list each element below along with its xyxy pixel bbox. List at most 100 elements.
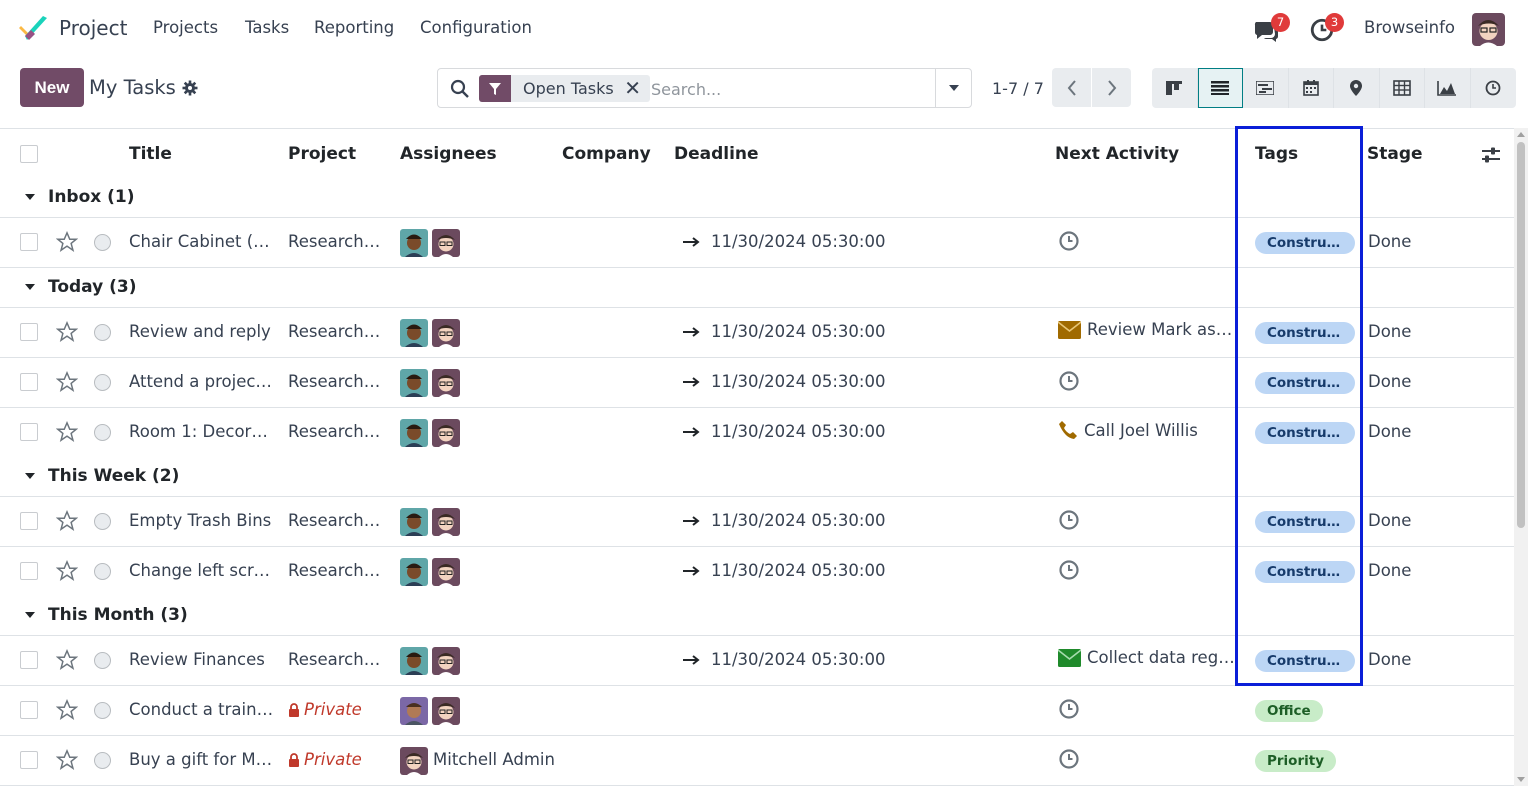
table-row[interactable]: Change left screen Research & Developmen… (0, 547, 1514, 597)
table-row[interactable]: Chair Cabinet (Draft) Research & Develop… (0, 218, 1514, 268)
star-icon[interactable] (56, 231, 78, 253)
gear-icon[interactable] (182, 80, 198, 96)
header-project[interactable]: Project (288, 144, 356, 164)
row-checkbox[interactable] (20, 512, 38, 530)
table-row[interactable]: Attend a project meeting Research & Deve… (0, 358, 1514, 408)
select-all-checkbox[interactable] (20, 145, 38, 163)
view-map-button[interactable] (1334, 68, 1380, 108)
star-icon[interactable] (56, 699, 78, 721)
pager-value[interactable]: 1-7 / 7 (992, 79, 1044, 98)
table-row[interactable]: Review Finances Research & Development 1… (0, 636, 1514, 686)
star-icon[interactable] (56, 649, 78, 671)
row-checkbox[interactable] (20, 751, 38, 769)
new-task-button[interactable]: New (20, 68, 84, 107)
avatar[interactable] (400, 419, 428, 447)
avatar[interactable] (400, 647, 428, 675)
view-pivot-button[interactable] (1379, 68, 1425, 108)
row-checkbox[interactable] (20, 423, 38, 441)
header-assignees[interactable]: Assignees (400, 144, 497, 164)
avatar[interactable] (400, 697, 428, 725)
avatar[interactable] (432, 369, 460, 397)
vertical-scrollbar[interactable] (1514, 128, 1528, 786)
view-list-button[interactable] (1197, 68, 1243, 108)
star-icon[interactable] (56, 371, 78, 393)
row-checkbox[interactable] (20, 323, 38, 341)
view-activity-button[interactable] (1470, 68, 1516, 108)
next-activity[interactable] (1058, 230, 1080, 252)
task-state-icon[interactable] (94, 324, 111, 341)
menu-tasks[interactable]: Tasks (245, 18, 289, 37)
pager-previous-button[interactable] (1052, 68, 1091, 107)
row-checkbox[interactable] (20, 373, 38, 391)
header-title[interactable]: Title (129, 144, 172, 164)
view-kanban-button[interactable] (1152, 68, 1198, 108)
group-this-week[interactable]: This Week (2) (0, 457, 1514, 497)
group-inbox[interactable]: Inbox (1) (0, 178, 1514, 218)
group-today[interactable]: Today (3) (0, 268, 1514, 308)
menu-configuration[interactable]: Configuration (420, 18, 532, 37)
app-name[interactable]: Project (59, 16, 127, 40)
task-state-icon[interactable] (94, 752, 111, 769)
star-icon[interactable] (56, 321, 78, 343)
avatar[interactable] (432, 229, 460, 257)
row-checkbox[interactable] (20, 701, 38, 719)
avatar[interactable] (432, 508, 460, 536)
menu-projects[interactable]: Projects (153, 18, 218, 37)
avatar[interactable] (432, 319, 460, 347)
scroll-thumb[interactable] (1517, 142, 1525, 528)
avatar[interactable] (400, 319, 428, 347)
group-this-month[interactable]: This Month (3) (0, 596, 1514, 636)
header-stage[interactable]: Stage (1367, 144, 1423, 164)
task-state-icon[interactable] (94, 652, 111, 669)
header-company[interactable]: Company (562, 144, 651, 164)
next-activity[interactable] (1058, 509, 1080, 531)
task-state-icon[interactable] (94, 424, 111, 441)
table-row[interactable]: Review and reply Research & Development … (0, 308, 1514, 358)
table-row[interactable]: Buy a gift for Marc Private Mitchell Adm… (0, 736, 1514, 786)
view-calendar-button[interactable] (1288, 68, 1334, 108)
view-gantt-button[interactable] (1243, 68, 1289, 108)
company-switcher[interactable]: Browseinfo (1364, 18, 1455, 37)
avatar[interactable] (400, 508, 428, 536)
task-state-icon[interactable] (94, 563, 111, 580)
table-row[interactable]: Empty Trash Bins Research & Development … (0, 497, 1514, 547)
project-app-logo-icon[interactable] (17, 14, 49, 44)
search-input[interactable] (649, 77, 929, 101)
row-checkbox[interactable] (20, 562, 38, 580)
star-icon[interactable] (56, 749, 78, 771)
pager-next-button[interactable] (1092, 68, 1131, 107)
optional-columns-sliders-icon[interactable] (1480, 145, 1502, 165)
next-activity[interactable] (1058, 698, 1080, 720)
avatar[interactable] (400, 747, 428, 775)
avatar[interactable] (432, 558, 460, 586)
search-icon[interactable] (450, 79, 470, 99)
star-icon[interactable] (56, 560, 78, 582)
next-activity[interactable]: Collect data regarding (1058, 648, 1237, 667)
avatar[interactable] (432, 419, 460, 447)
avatar[interactable] (432, 697, 460, 725)
table-row[interactable]: Conduct a training Private Office (0, 686, 1514, 736)
header-tags[interactable]: Tags (1255, 144, 1298, 164)
scroll-down-arrow-icon[interactable] (1517, 777, 1525, 782)
star-icon[interactable] (56, 510, 78, 532)
avatar[interactable] (400, 369, 428, 397)
avatar[interactable] (400, 558, 428, 586)
next-activity[interactable]: Review Mark as Important (1058, 320, 1237, 339)
header-next-activity[interactable]: Next Activity (1055, 144, 1179, 164)
task-state-icon[interactable] (94, 513, 111, 530)
scroll-up-arrow-icon[interactable] (1517, 132, 1525, 137)
menu-reporting[interactable]: Reporting (314, 18, 394, 37)
next-activity[interactable] (1058, 559, 1080, 581)
row-checkbox[interactable] (20, 233, 38, 251)
user-avatar[interactable] (1472, 13, 1505, 46)
avatar[interactable] (432, 647, 460, 675)
facet-remove-icon[interactable]: ✕ (624, 75, 650, 102)
view-graph-button[interactable] (1425, 68, 1471, 108)
header-deadline[interactable]: Deadline (674, 144, 759, 164)
search-options-toggle[interactable] (935, 69, 971, 107)
avatar[interactable] (400, 229, 428, 257)
task-state-icon[interactable] (94, 374, 111, 391)
next-activity[interactable]: Call Joel Willis (1058, 420, 1198, 440)
row-checkbox[interactable] (20, 651, 38, 669)
task-state-icon[interactable] (94, 702, 111, 719)
